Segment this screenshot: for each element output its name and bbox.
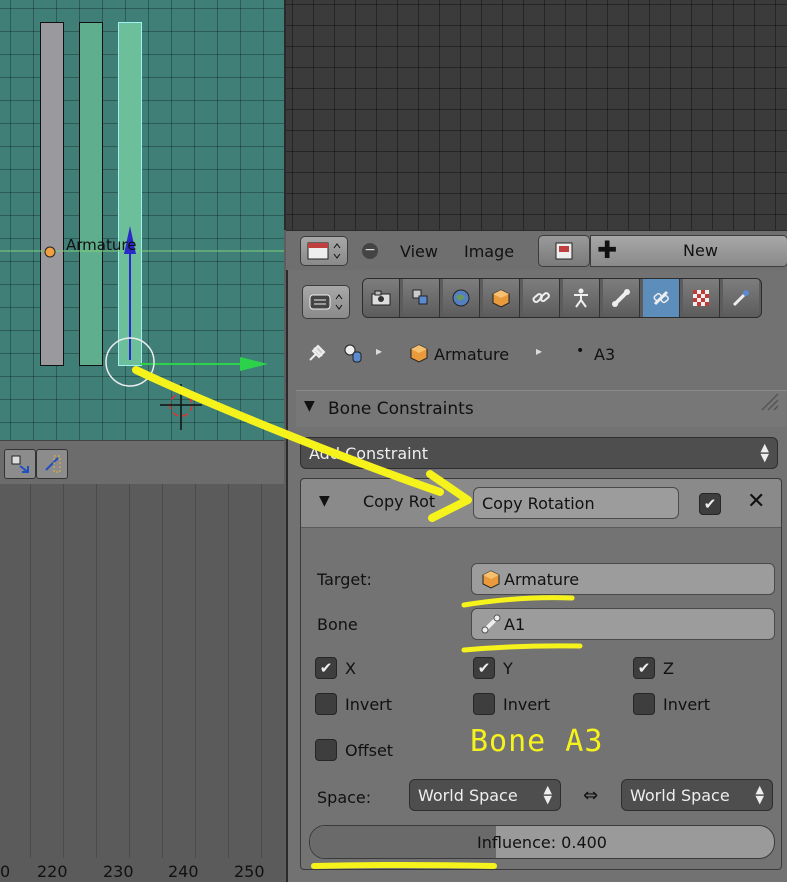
target-space-dropdown[interactable]: World Space ▲ ▼ — [621, 779, 773, 811]
axis-y-label: Y — [503, 659, 513, 678]
object-label: Armature — [66, 236, 137, 254]
render-layers-icon[interactable] — [403, 279, 440, 317]
tick-label: 250 — [234, 862, 265, 881]
object-icon[interactable] — [483, 279, 520, 317]
properties-editor-type-button[interactable] — [302, 285, 350, 319]
constraint-name-field[interactable]: Copy Rotation — [473, 487, 679, 519]
breadcrumb-separator-icon: ▸ — [536, 344, 543, 358]
invert-z-label: Invert — [663, 695, 711, 714]
tick-label: 0 — [0, 862, 11, 881]
constraint-header: ▼ Copy Rot Copy Rotation ✔ ✕ — [301, 479, 781, 528]
plus-icon: ✚ — [597, 236, 618, 264]
target-value: Armature — [504, 569, 580, 589]
bone-field[interactable]: A1 — [471, 608, 775, 640]
panel-resize-corner-icon[interactable] — [758, 390, 782, 414]
menu-view[interactable]: View — [400, 242, 438, 261]
bone-constraint-icon[interactable] — [643, 279, 680, 317]
close-icon[interactable]: ✕ — [747, 489, 765, 514]
bone-icon — [481, 614, 501, 634]
properties-editor: ▸ Armature ▸ • A3 ▼ Bone Constraints Add… — [286, 270, 787, 882]
transform-gizmo — [0, 226, 284, 430]
bone-label: Bone — [317, 615, 358, 634]
target-label: Target: — [317, 570, 372, 589]
invert-x-label: Invert — [345, 695, 393, 714]
breadcrumb: ▸ Armature ▸ • A3 — [288, 326, 787, 382]
axis-y-checkbox[interactable]: ✔ — [473, 657, 495, 679]
influence-slider[interactable]: Influence: 0.400 — [309, 825, 775, 859]
constraint-expand-icon[interactable]: ▼ — [319, 493, 330, 509]
invert-x-checkbox[interactable] — [315, 693, 337, 715]
new-image-button[interactable]: ✚ New — [590, 235, 787, 267]
invert-z-checkbox[interactable] — [633, 693, 655, 715]
texture-icon[interactable] — [683, 279, 720, 317]
bone-constraints-panel-header[interactable]: ▼ Bone Constraints — [296, 390, 787, 427]
pin-icon[interactable] — [304, 342, 328, 366]
breadcrumb-object: Armature — [434, 345, 510, 364]
bone-icon[interactable] — [603, 279, 640, 317]
world-icon[interactable] — [443, 279, 480, 317]
axis-x-label: X — [345, 659, 356, 678]
property-context-tabs — [362, 278, 762, 318]
axis-z-checkbox[interactable]: ✔ — [633, 657, 655, 679]
breadcrumb-bone: A3 — [594, 345, 616, 364]
viewport-header — [0, 440, 284, 485]
particles-icon[interactable] — [723, 279, 759, 317]
3d-viewport[interactable]: Armature — [0, 0, 284, 440]
breadcrumb-separator-icon: ▸ — [376, 344, 383, 358]
influence-value: Influence: 0.400 — [477, 833, 607, 852]
constraints-icon[interactable] — [523, 279, 560, 317]
tick-label: 230 — [103, 862, 134, 881]
image-editor-header: − View Image ✚ New — [286, 230, 787, 272]
target-field[interactable]: Armature — [471, 563, 775, 595]
proportional-edit-icon[interactable] — [36, 449, 68, 479]
browse-image-button[interactable] — [538, 235, 590, 267]
owner-space-value: World Space — [418, 785, 518, 805]
owner-space-dropdown[interactable]: World Space ▲ ▼ — [409, 779, 561, 811]
updown-arrow-icon: ▲ ▼ — [543, 783, 552, 806]
add-constraint-dropdown[interactable]: Add Constraint ▲ ▼ — [300, 437, 778, 469]
bone-dot-icon: • — [576, 343, 585, 359]
menu-image[interactable]: Image — [464, 242, 514, 261]
swap-arrows-icon: ⇔ — [583, 785, 599, 806]
constraint-enabled-checkbox[interactable]: ✔ — [699, 493, 721, 515]
armature-data-icon — [344, 344, 362, 363]
tick-label: 240 — [168, 862, 199, 881]
snap-icon[interactable] — [4, 449, 36, 479]
panel-collapse-icon: ▼ — [304, 398, 315, 414]
offset-checkbox[interactable] — [315, 739, 337, 761]
object-icon — [410, 344, 428, 363]
updown-arrow-icon: ▲ ▼ — [760, 441, 769, 464]
editor-type-button[interactable] — [300, 236, 348, 266]
image-icon — [555, 242, 573, 260]
space-label: Space: — [317, 788, 372, 807]
invert-y-checkbox[interactable] — [473, 693, 495, 715]
render-icon[interactable] — [363, 279, 400, 317]
image-editor-canvas[interactable] — [284, 0, 787, 230]
new-label: New — [683, 241, 718, 260]
annotation-text: Bone A3 — [470, 724, 604, 759]
object-data-icon[interactable] — [563, 279, 600, 317]
panel-title: Bone Constraints — [328, 399, 474, 419]
add-constraint-label: Add Constraint — [309, 443, 429, 463]
constraint-name-value: Copy Rotation — [482, 493, 595, 513]
constraint-box: ▼ Copy Rot Copy Rotation ✔ ✕ Target: Arm… — [300, 478, 782, 870]
axis-x-checkbox[interactable]: ✔ — [315, 657, 337, 679]
tick-label: 220 — [37, 862, 68, 881]
object-icon — [482, 570, 500, 589]
updown-arrow-icon: ▲ ▼ — [755, 783, 764, 806]
constraint-type-label: Copy Rot — [363, 492, 436, 511]
offset-label: Offset — [345, 741, 394, 760]
invert-y-label: Invert — [503, 695, 551, 714]
collapse-menu-icon[interactable]: − — [362, 243, 378, 259]
timeline-ruler: 0 220 230 240 250 — [0, 858, 284, 882]
image-editor-icon — [307, 242, 341, 260]
axis-z-label: Z — [663, 659, 674, 678]
bone-value: A1 — [504, 614, 526, 634]
timeline[interactable] — [0, 484, 284, 882]
target-space-value: World Space — [630, 785, 730, 805]
properties-icon — [309, 294, 343, 310]
